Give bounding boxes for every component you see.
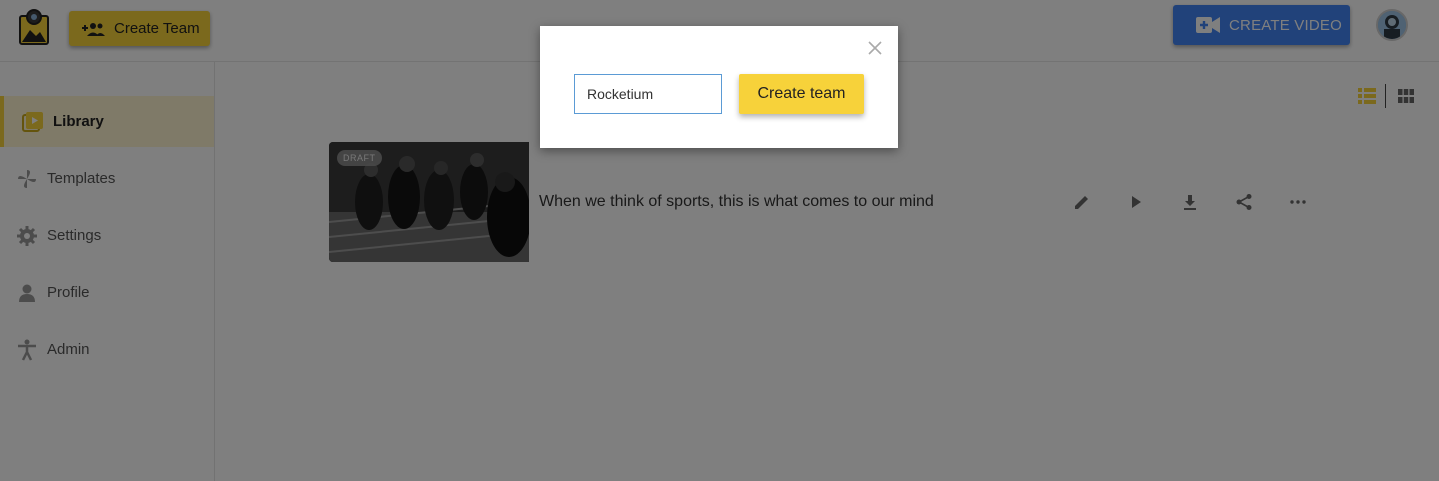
close-icon[interactable] xyxy=(867,40,883,56)
team-name-input[interactable] xyxy=(574,74,722,114)
create-team-submit-button[interactable]: Create team xyxy=(739,74,864,114)
create-team-dialog: Create team xyxy=(540,26,898,148)
